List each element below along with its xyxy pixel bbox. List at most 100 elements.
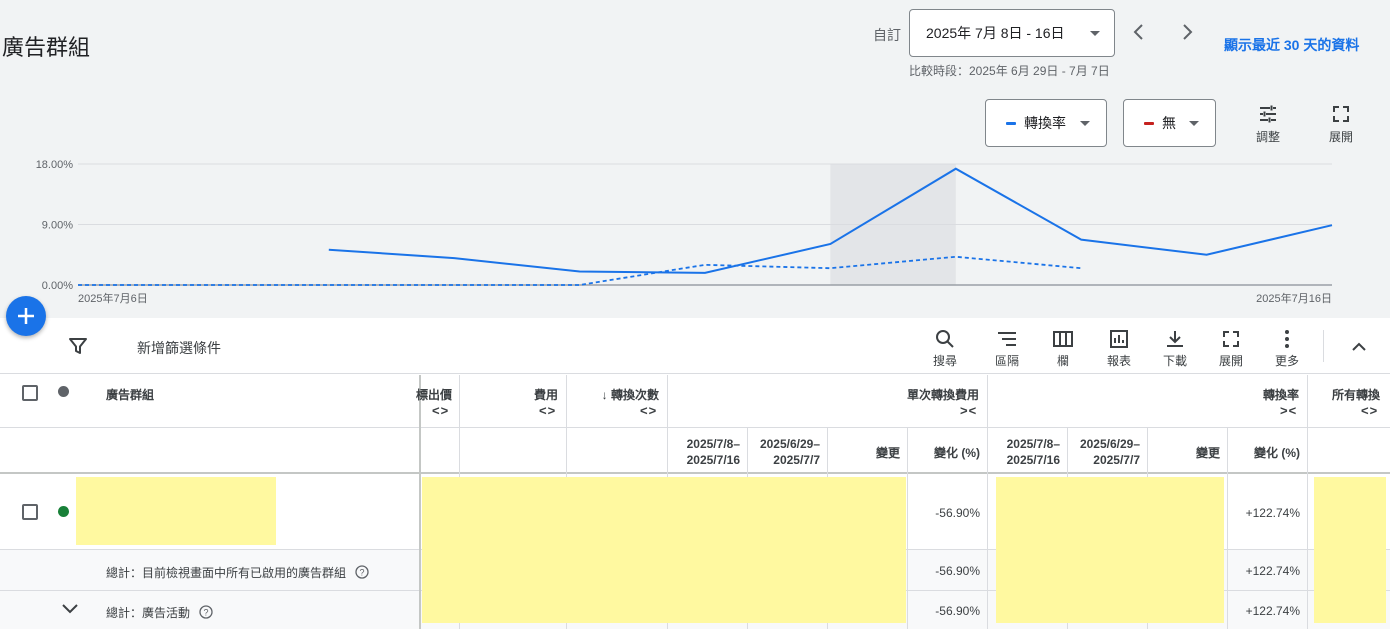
segment-button[interactable]: 區隔 (987, 328, 1027, 369)
status-enabled-dot[interactable] (58, 506, 69, 517)
column-header-conversions[interactable]: ↓ 轉換次數 (570, 386, 659, 403)
arrow-down-icon: ↓ (601, 388, 611, 402)
more-vert-icon (1285, 330, 1289, 348)
column-header-cpa[interactable]: 單次轉換費用 (800, 386, 979, 403)
add-ad-group-button[interactable] (6, 296, 46, 336)
metric2-select[interactable]: 無 (1123, 99, 1216, 147)
adjust-chart-button[interactable]: 調整 (1253, 104, 1283, 145)
status-header-dot[interactable] (58, 386, 69, 397)
expand-table-button[interactable]: 展開 (1211, 328, 1251, 369)
svg-text:?: ? (360, 568, 365, 578)
tune-icon (1260, 105, 1276, 123)
toolbar-divider (1323, 330, 1324, 362)
svg-text:?: ? (204, 608, 209, 618)
subheader-period1: 2025/7/8–2025/7/16 (686, 437, 740, 467)
x-axis-start-label: 2025年7月6日 (78, 291, 148, 305)
conv-rate-change-pct-cell: +122.74% (1245, 506, 1300, 520)
subheader-period1: 2025/7/8–2025/7/16 (1006, 437, 1060, 467)
adjust-label: 調整 (1255, 130, 1280, 144)
select-all-checkbox[interactable] (22, 385, 38, 401)
collapse-column-icon[interactable]: >< (960, 403, 977, 418)
total-enabled-cpa-pct: -56.90% (935, 564, 980, 578)
segment-icon (998, 332, 1016, 346)
date-range-select[interactable]: 2025年 7月 8日 - 16日 (909, 9, 1115, 57)
redacted-metrics-block (996, 477, 1224, 623)
x-axis-end-label: 2025年7月16日 (1256, 291, 1332, 305)
subheader-period2: 2025/6/29–2025/7/7 (1079, 437, 1140, 467)
row-divider (0, 427, 1390, 428)
row-divider (0, 472, 1390, 474)
redacted-metrics-block (422, 477, 906, 623)
metric2-swatch (1144, 121, 1154, 125)
chevron-down-icon (1189, 121, 1199, 126)
column-header-bid[interactable]: 標出價 (414, 386, 452, 403)
search-icon (936, 330, 954, 348)
filter-toolbar: 新增篩選條件 搜尋 區隔 欄 報表 下載 展開 更多 (0, 318, 1390, 374)
y-tick-label: 18.00% (36, 159, 74, 171)
cpa-change-pct-cell: -56.90% (935, 506, 980, 520)
chevron-down-icon[interactable] (60, 602, 80, 616)
more-label: 更多 (1274, 354, 1299, 368)
total-enabled-text: 總計：目前檢視畫面中所有已啟用的廣告群組 (106, 566, 347, 580)
next-period-button[interactable] (1175, 20, 1199, 44)
conversion-rate-chart: 18.00% 9.00% 0.00% 2025年7月6日 2025年7月16日 (36, 159, 1333, 305)
metric2-label: 無 (1162, 115, 1176, 131)
subheader-change: 變更 (1195, 446, 1220, 460)
metric1-label: 轉換率 (1024, 115, 1066, 131)
total-enabled-rate-pct: +122.74% (1245, 564, 1300, 578)
chevron-down-icon (1080, 121, 1090, 126)
redacted-ad-group-name (76, 477, 276, 545)
chevron-up-icon[interactable] (1348, 336, 1370, 358)
expand-column-icon[interactable]: <> (539, 403, 556, 418)
collapse-column-icon[interactable]: >< (1280, 403, 1297, 418)
download-label: 下載 (1162, 354, 1187, 368)
column-header-conversions-label: 轉換次數 (610, 388, 659, 402)
date-range-value: 2025年 7月 8日 - 16日 (926, 25, 1065, 41)
expand-chart-button[interactable]: 展開 (1326, 104, 1356, 145)
add-filter-button[interactable]: 新增篩選條件 (137, 338, 221, 358)
column-header-conversion-rate[interactable]: 轉換率 (1200, 386, 1299, 403)
metric1-select[interactable]: 轉換率 (985, 99, 1107, 147)
filter-icon[interactable] (68, 336, 88, 356)
column-divider (1307, 375, 1308, 629)
y-tick-label: 0.00% (42, 280, 73, 292)
help-icon[interactable]: ? (355, 565, 370, 579)
show-last-30-days-link[interactable]: 顯示最近 30 天的資料 (1224, 35, 1359, 55)
chevron-left-icon (1133, 24, 1143, 40)
column-divider (1227, 427, 1228, 629)
metric1-swatch (1006, 121, 1016, 125)
search-label: 搜尋 (932, 354, 957, 368)
reports-label: 報表 (1106, 354, 1131, 368)
column-header-all-conversions[interactable]: 所有轉換 (1332, 386, 1380, 403)
expand-column-icon[interactable]: <> (1361, 403, 1378, 418)
row-checkbox[interactable] (22, 504, 38, 520)
page-title: 廣告群組 (2, 35, 91, 60)
redacted-metrics-block (1314, 477, 1386, 623)
chart-area: 廣告群組 自訂 2025年 7月 8日 - 16日 比較時段：2025年 6月 … (0, 0, 1390, 318)
column-header-cost[interactable]: 費用 (466, 386, 558, 403)
previous-period-button[interactable] (1127, 20, 1151, 44)
expand-table-label: 展開 (1218, 354, 1243, 368)
compare-period-text: 比較時段：2025年 6月 29日 - 7月 7日 (909, 64, 1110, 78)
frozen-column-divider (419, 375, 421, 629)
expand-column-icon[interactable]: <> (640, 403, 657, 418)
subheader-change-pct: 變化 (%) (1254, 446, 1300, 460)
columns-button[interactable]: 欄 (1043, 328, 1083, 369)
help-icon[interactable]: ? (199, 605, 214, 619)
download-button[interactable]: 下載 (1155, 328, 1195, 369)
total-campaign-cpa-pct: -56.90% (935, 604, 980, 618)
subheader-change-pct: 變化 (%) (934, 446, 980, 460)
expand-chart-label: 展開 (1328, 130, 1353, 144)
total-campaign-text: 總計：廣告活動 (106, 606, 191, 620)
subheader-period2: 2025/6/29–2025/7/7 (759, 437, 820, 467)
search-button[interactable]: 搜尋 (925, 328, 965, 369)
ad-groups-table: 廣告群組 標出價 <> 費用 <> ↓ 轉換次數 <> 單次轉換費用 >< 轉換… (0, 375, 1390, 629)
chevron-right-icon (1183, 24, 1193, 40)
plus-icon (18, 308, 34, 324)
more-button[interactable]: 更多 (1267, 328, 1307, 369)
reports-button[interactable]: 報表 (1099, 328, 1139, 369)
fullscreen-icon (1223, 331, 1239, 347)
expand-column-icon[interactable]: <> (432, 403, 449, 418)
column-header-ad-group[interactable]: 廣告群組 (106, 386, 154, 403)
chevron-down-icon (1090, 31, 1100, 36)
